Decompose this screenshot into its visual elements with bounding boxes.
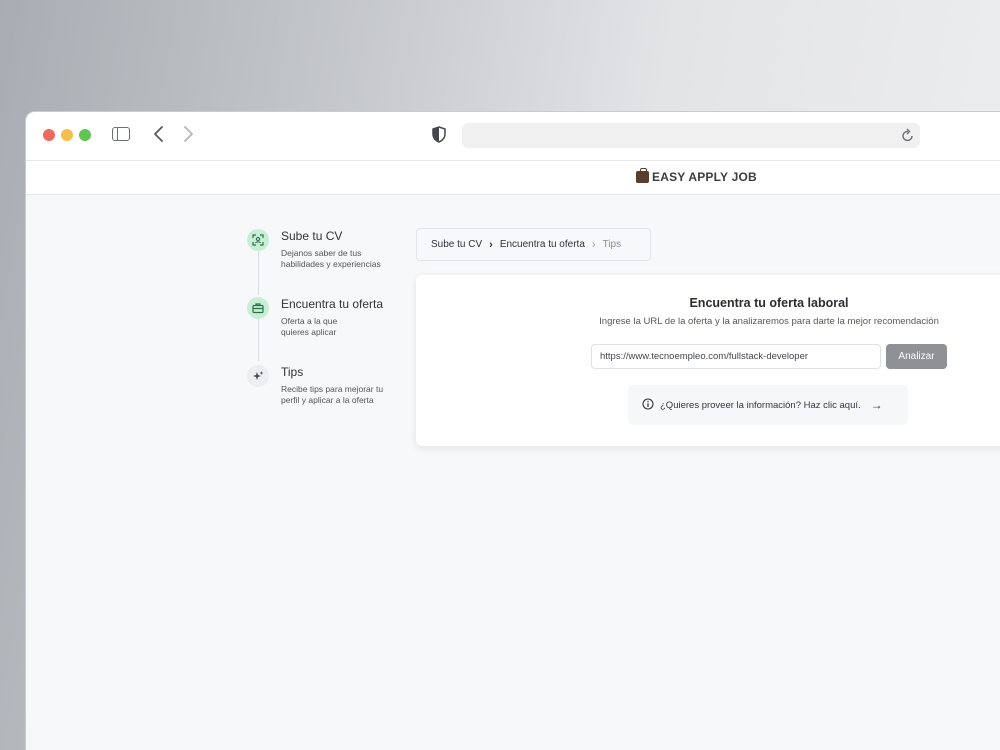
step-description-line: Recibe tips para mejorar tu bbox=[281, 384, 384, 394]
breadcrumb-item-tips[interactable]: Tips bbox=[603, 239, 622, 250]
sidebar-toggle-icon[interactable] bbox=[112, 127, 130, 141]
briefcase-icon bbox=[247, 297, 269, 319]
chevron-right-icon: › bbox=[489, 238, 493, 251]
step-description-line: perfil y aplicar a la oferta bbox=[281, 395, 374, 405]
address-bar[interactable] bbox=[462, 123, 920, 148]
step-upload-cv[interactable]: Sube tu CV Dejanos saber de tus habilida… bbox=[247, 229, 417, 296]
shield-icon[interactable] bbox=[432, 126, 446, 148]
card-title: Encuentra tu oferta laboral bbox=[689, 296, 849, 310]
scan-person-icon bbox=[247, 229, 269, 251]
step-title: Tips bbox=[281, 365, 304, 379]
forward-arrow-icon[interactable] bbox=[181, 125, 195, 148]
analyze-button[interactable]: Analizar bbox=[886, 344, 947, 369]
info-icon bbox=[642, 397, 654, 413]
breadcrumb-item-find-offer[interactable]: Encuentra tu oferta bbox=[500, 239, 585, 250]
back-arrow-icon[interactable] bbox=[152, 125, 166, 148]
step-description-line: habilidades y experiencias bbox=[281, 259, 381, 269]
step-description: Oferta a la que quieres aplicar bbox=[281, 316, 417, 338]
minimize-window-button[interactable] bbox=[61, 129, 73, 141]
step-description-line: Oferta a la que bbox=[281, 316, 338, 326]
briefcase-logo-icon bbox=[636, 168, 649, 183]
step-description: Recibe tips para mejorar tu perfil y apl… bbox=[281, 384, 417, 406]
brand-name: EASY APPLY JOB bbox=[652, 170, 757, 184]
step-title: Encuentra tu oferta bbox=[281, 297, 384, 311]
arrow-right-icon: → bbox=[870, 398, 883, 412]
browser-toolbar bbox=[26, 112, 1000, 161]
brand-logo[interactable]: EASY APPLY JOB bbox=[636, 168, 757, 184]
info-text: ¿Quieres proveer la información? Haz cli… bbox=[660, 399, 861, 411]
step-title: Sube tu CV bbox=[281, 229, 343, 243]
manual-info-link[interactable]: ¿Quieres proveer la información? Haz cli… bbox=[628, 385, 908, 425]
card-subtitle: Ingrese la URL de la oferta y la analiza… bbox=[599, 316, 939, 327]
maximize-window-button[interactable] bbox=[79, 129, 91, 141]
steps-sidebar: Sube tu CV Dejanos saber de tus habilida… bbox=[247, 228, 417, 425]
breadcrumb-item-upload-cv[interactable]: Sube tu CV bbox=[431, 239, 482, 250]
sparkles-icon bbox=[247, 365, 269, 387]
find-offer-card: Encuentra tu oferta laboral Ingrese la U… bbox=[416, 275, 1000, 446]
app-header: EASY APPLY JOB bbox=[26, 161, 1000, 195]
close-window-button[interactable] bbox=[43, 129, 55, 141]
step-description: Dejanos saber de tus habilidades y exper… bbox=[281, 248, 417, 270]
step-tips[interactable]: Tips Recibe tips para mejorar tu perfil … bbox=[247, 365, 417, 425]
breadcrumb: Sube tu CV › Encuentra tu oferta › Tips bbox=[416, 228, 651, 261]
browser-window: EASY APPLY JOB Sube tu CV Dejanos saber … bbox=[25, 111, 1000, 750]
reload-icon[interactable] bbox=[901, 127, 915, 148]
chevron-right-icon: › bbox=[591, 238, 596, 251]
offer-url-input[interactable] bbox=[591, 344, 881, 369]
step-description-line: quieres aplicar bbox=[281, 327, 337, 337]
step-description-line: Dejanos saber de tus bbox=[281, 248, 362, 258]
step-find-offer[interactable]: Encuentra tu oferta Oferta a la que quie… bbox=[247, 297, 417, 364]
